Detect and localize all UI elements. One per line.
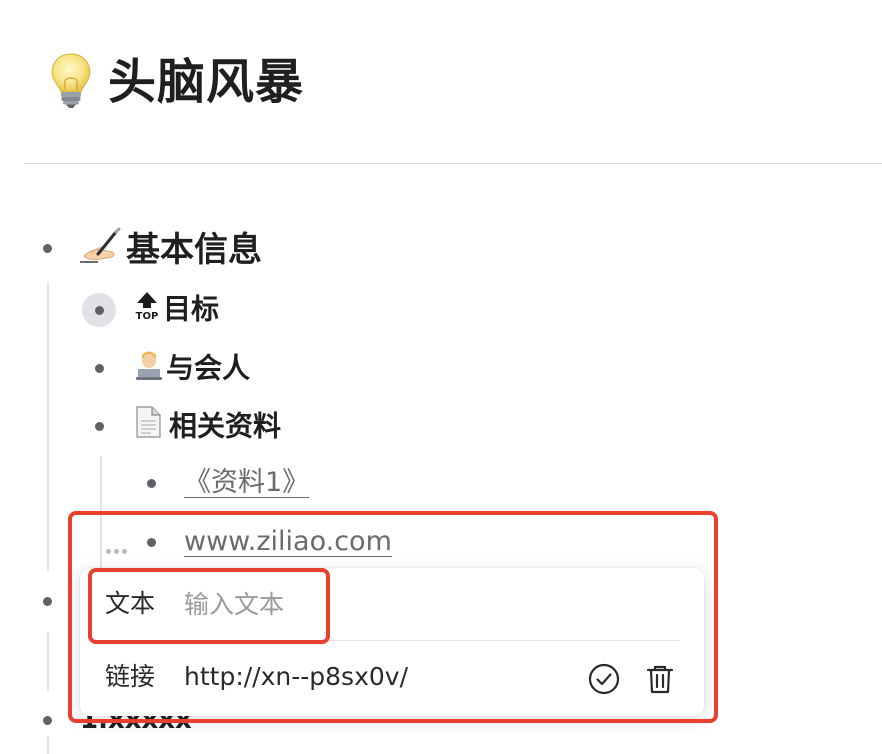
writing-hand-icon [78,226,122,277]
outline-item-materials[interactable]: 相关资料 [133,405,281,450]
outline-item-label: 基本信息 [126,230,262,270]
top-arrow-icon: TOP [133,289,161,332]
material-1-link[interactable]: 《资料1》 [184,464,309,502]
outline-bullet[interactable] [95,422,104,431]
outline-item-basic-info[interactable]: 基本信息 [78,226,262,277]
technologist-icon [133,347,165,392]
page-document-icon [133,405,163,450]
outline-item-goal[interactable]: TOP 目标 [133,289,219,332]
outline-guide-level-1 [47,282,49,572]
outline-bullet[interactable] [147,479,156,488]
outline-bullet[interactable] [43,244,52,253]
outline-bullet[interactable] [95,306,104,315]
outline-bullet[interactable] [43,716,52,725]
lightbulb-icon [46,50,96,110]
outline-item-label: 与会人 [166,351,251,385]
svg-text:TOP: TOP [136,311,159,321]
outline-bullet[interactable] [95,364,104,373]
outline-guide-level-1b [47,632,49,692]
outline-item-label: 目标 [163,292,220,326]
outline-item-attendees[interactable]: 与会人 [133,347,250,392]
page-title: 头脑风暴 [108,54,305,110]
title-divider [24,163,882,164]
outline-item-label: 相关资料 [169,409,282,443]
annotation-box-text-field [88,568,330,644]
outline-guide-level-1c [47,736,49,754]
outline-bullet[interactable] [43,597,52,606]
